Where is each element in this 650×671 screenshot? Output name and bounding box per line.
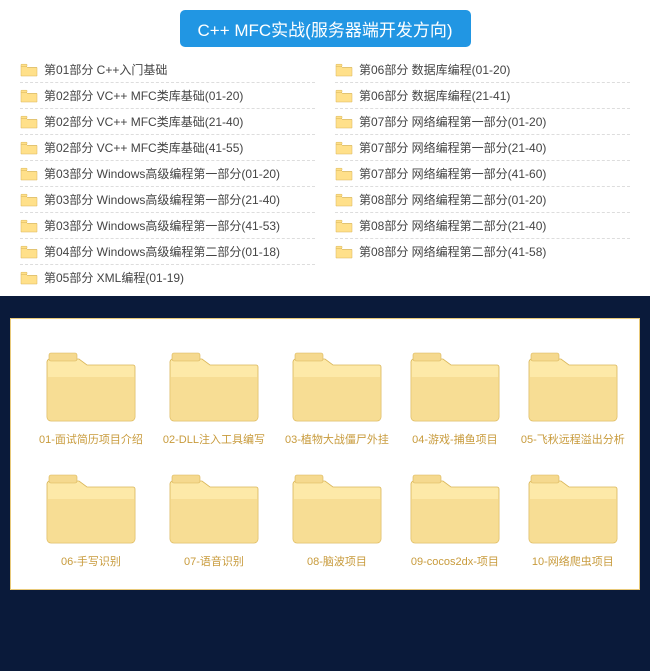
folder-list-item[interactable]: 第07部分 网络编程第一部分(01-20) xyxy=(335,109,630,135)
folder-icon xyxy=(20,271,38,285)
folder-list-label: 第04部分 Windows高级编程第二部分(01-18) xyxy=(44,243,280,260)
folder-list-label: 第07部分 网络编程第一部分(41-60) xyxy=(359,165,546,182)
folder-list-label: 第06部分 数据库编程(21-41) xyxy=(359,87,510,104)
folder-icon xyxy=(20,63,38,77)
folder-list-item[interactable]: 第04部分 Windows高级编程第二部分(01-18) xyxy=(20,239,315,265)
folder-list-item[interactable]: 第01部分 C++入门基础 xyxy=(20,57,315,83)
folder-icon xyxy=(335,115,353,129)
folder-icon xyxy=(291,349,383,423)
folder-icon xyxy=(45,349,137,423)
folder-list-item[interactable]: 第06部分 数据库编程(01-20) xyxy=(335,57,630,83)
folder-icon xyxy=(335,245,353,259)
folder-grid-item[interactable]: 04-游戏-捕鱼项目 xyxy=(409,349,501,447)
folder-list-label: 第07部分 网络编程第一部分(01-20) xyxy=(359,113,546,130)
folder-icon xyxy=(335,193,353,207)
folder-list-item[interactable]: 第05部分 XML编程(01-19) xyxy=(20,265,315,290)
folder-list-item[interactable]: 第03部分 Windows高级编程第一部分(21-40) xyxy=(20,187,315,213)
folder-grid-label: 08-脑波项目 xyxy=(307,553,367,569)
folder-grid: 01-面试简历项目介绍 02-DLL注入工具编写 03-植物大战僵尸外挂 04-… xyxy=(39,349,611,569)
folder-icon xyxy=(20,245,38,259)
folder-list-label: 第05部分 XML编程(01-19) xyxy=(44,269,184,286)
course-outline-panel: C++ MFC实战(服务器端开发方向) 第01部分 C++入门基础 第02部分 … xyxy=(0,0,650,296)
folder-grid-item[interactable]: 09-cocos2dx-项目 xyxy=(409,471,501,569)
course-title-badge: C++ MFC实战(服务器端开发方向) xyxy=(180,10,471,47)
folder-list-label: 第02部分 VC++ MFC类库基础(41-55) xyxy=(44,139,243,156)
folder-grid-label: 05-飞秋远程溢出分析 xyxy=(521,431,625,447)
folder-list-label: 第03部分 Windows高级编程第一部分(01-20) xyxy=(44,165,280,182)
folder-icon xyxy=(45,471,137,545)
folder-icon xyxy=(527,471,619,545)
folder-grid-label: 07-语音识别 xyxy=(184,553,244,569)
folder-grid-item[interactable]: 05-飞秋远程溢出分析 xyxy=(521,349,625,447)
folder-list-label: 第02部分 VC++ MFC类库基础(01-20) xyxy=(44,87,243,104)
folder-list-label: 第01部分 C++入门基础 xyxy=(44,61,167,78)
folder-list-item[interactable]: 第08部分 网络编程第二部分(01-20) xyxy=(335,187,630,213)
folder-list-item[interactable]: 第02部分 VC++ MFC类库基础(21-40) xyxy=(20,109,315,135)
folder-grid-item[interactable]: 07-语音识别 xyxy=(163,471,265,569)
folder-grid-label: 10-网络爬虫项目 xyxy=(532,553,614,569)
folder-list-item[interactable]: 第02部分 VC++ MFC类库基础(01-20) xyxy=(20,83,315,109)
folder-list-label: 第08部分 网络编程第二部分(01-20) xyxy=(359,191,546,208)
folder-grid-label: 01-面试简历项目介绍 xyxy=(39,431,143,447)
folder-list-item[interactable]: 第03部分 Windows高级编程第一部分(41-53) xyxy=(20,213,315,239)
folder-list-label: 第03部分 Windows高级编程第一部分(41-53) xyxy=(44,217,280,234)
project-folders-panel: 01-面试简历项目介绍 02-DLL注入工具编写 03-植物大战僵尸外挂 04-… xyxy=(10,318,640,590)
folder-list-label: 第02部分 VC++ MFC类库基础(21-40) xyxy=(44,113,243,130)
section-divider xyxy=(0,296,650,318)
folder-list-label: 第07部分 网络编程第一部分(21-40) xyxy=(359,139,546,156)
folder-grid-label: 02-DLL注入工具编写 xyxy=(163,431,265,447)
folder-icon xyxy=(335,167,353,181)
folder-icon xyxy=(20,193,38,207)
folder-icon xyxy=(20,115,38,129)
folder-list-label: 第08部分 网络编程第二部分(21-40) xyxy=(359,217,546,234)
folder-grid-item[interactable]: 02-DLL注入工具编写 xyxy=(163,349,265,447)
folder-icon xyxy=(168,349,260,423)
folder-grid-label: 09-cocos2dx-项目 xyxy=(411,553,499,569)
folder-list-label: 第06部分 数据库编程(01-20) xyxy=(359,61,510,78)
folder-list-label: 第03部分 Windows高级编程第一部分(21-40) xyxy=(44,191,280,208)
folder-grid-label: 03-植物大战僵尸外挂 xyxy=(285,431,389,447)
folder-list-item[interactable]: 第03部分 Windows高级编程第一部分(01-20) xyxy=(20,161,315,187)
folder-grid-label: 06-手写识别 xyxy=(61,553,121,569)
folder-icon xyxy=(20,141,38,155)
folder-icon xyxy=(335,89,353,103)
folder-icon xyxy=(20,219,38,233)
folder-grid-label: 04-游戏-捕鱼项目 xyxy=(412,431,498,447)
folder-grid-item[interactable]: 10-网络爬虫项目 xyxy=(521,471,625,569)
folder-icon xyxy=(409,471,501,545)
folder-icon xyxy=(335,63,353,77)
folder-grid-item[interactable]: 08-脑波项目 xyxy=(285,471,389,569)
folder-icon xyxy=(335,219,353,233)
folder-list-item[interactable]: 第07部分 网络编程第一部分(41-60) xyxy=(335,161,630,187)
folder-list-columns: 第01部分 C++入门基础 第02部分 VC++ MFC类库基础(01-20) … xyxy=(20,57,630,290)
folder-list-item[interactable]: 第06部分 数据库编程(21-41) xyxy=(335,83,630,109)
folder-grid-item[interactable]: 01-面试简历项目介绍 xyxy=(39,349,143,447)
folder-list-label: 第08部分 网络编程第二部分(41-58) xyxy=(359,243,546,260)
folder-grid-item[interactable]: 06-手写识别 xyxy=(39,471,143,569)
folder-list-item[interactable]: 第02部分 VC++ MFC类库基础(41-55) xyxy=(20,135,315,161)
folder-grid-item[interactable]: 03-植物大战僵尸外挂 xyxy=(285,349,389,447)
folder-list-item[interactable]: 第07部分 网络编程第一部分(21-40) xyxy=(335,135,630,161)
folder-icon xyxy=(335,141,353,155)
folder-icon xyxy=(527,349,619,423)
folder-icon xyxy=(20,167,38,181)
folder-icon xyxy=(409,349,501,423)
folder-icon xyxy=(168,471,260,545)
folder-list-item[interactable]: 第08部分 网络编程第二部分(21-40) xyxy=(335,213,630,239)
folder-icon xyxy=(20,89,38,103)
folder-list-item[interactable]: 第08部分 网络编程第二部分(41-58) xyxy=(335,239,630,264)
folder-icon xyxy=(291,471,383,545)
